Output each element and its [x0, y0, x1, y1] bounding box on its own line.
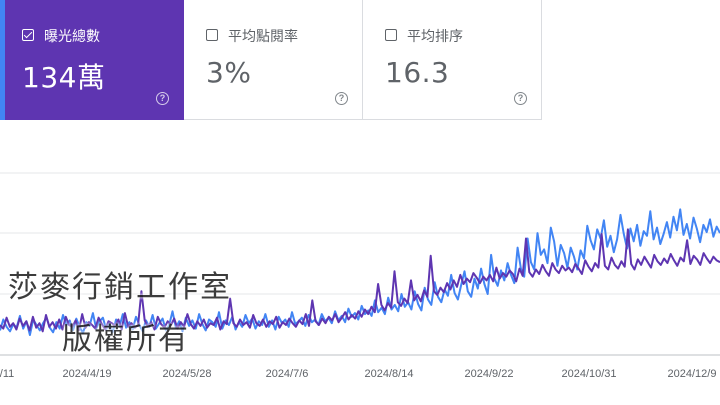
impressions-value: 134萬	[22, 61, 106, 94]
x-tick-label: /11	[0, 368, 14, 380]
x-tick-label: 2024/9/22	[465, 368, 514, 380]
x-axis-tick-labels: /11 2024/4/19 2024/5/28 2024/7/6 2024/8/14 20…	[0, 368, 716, 380]
ctr-checkbox[interactable]	[206, 29, 218, 41]
impressions-label: 曝光總數	[44, 29, 100, 45]
help-icon[interactable]: ?	[156, 92, 169, 105]
position-label: 平均排序	[407, 29, 463, 45]
active-card-accent-bar	[0, 0, 5, 120]
metric-card-position[interactable]: 平均排序 16.3 ?	[363, 0, 542, 120]
metric-card-impressions[interactable]: 曝光總數 134萬 ?	[0, 0, 184, 120]
ctr-value: 3%	[206, 56, 252, 89]
help-icon[interactable]: ?	[335, 92, 348, 105]
help-icon[interactable]: ?	[514, 92, 527, 105]
x-tick-label: 2024/12/9	[668, 368, 717, 380]
metric-card-ctr[interactable]: 平均點閱率 3% ?	[184, 0, 363, 120]
x-tick-label: 2024/4/19	[63, 368, 112, 380]
watermark-line-1: 莎麥行銷工作室	[8, 270, 232, 305]
impressions-checkbox[interactable]	[22, 29, 34, 41]
position-value: 16.3	[385, 56, 450, 89]
x-tick-label: 2024/5/28	[163, 368, 212, 380]
position-checkbox[interactable]	[385, 29, 397, 41]
x-tick-label: 2024/7/6	[266, 368, 309, 380]
metric-cards: 曝光總數 134萬 ? 平均點閱率 3% ? 平均排序 16.3 ?	[0, 0, 720, 121]
x-tick-label: 2024/10/31	[561, 368, 616, 380]
ctr-label: 平均點閱率	[228, 29, 298, 45]
watermark-line-2: 版權所有	[62, 322, 190, 357]
x-tick-label: 2024/8/14	[365, 368, 414, 380]
